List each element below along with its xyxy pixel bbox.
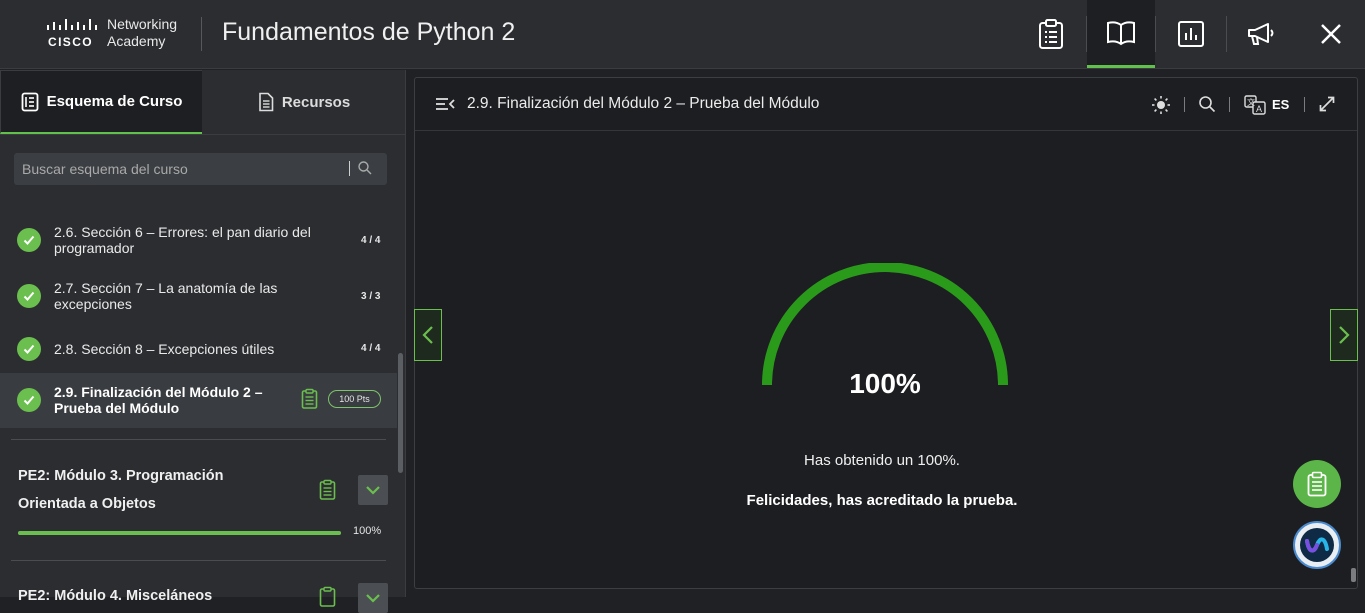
outline-item-count: 3 / 3 [361, 291, 381, 302]
webex-assistant-button[interactable] [1293, 521, 1341, 569]
tab-resources[interactable]: Recursos [203, 70, 405, 134]
logo-subtitle-line1: Networking [107, 16, 178, 32]
outline-scrollbar[interactable] [398, 353, 403, 473]
module-progress-bar [18, 531, 341, 535]
content-scrollbar[interactable] [1351, 568, 1356, 582]
search-input[interactable] [20, 160, 344, 178]
outline-icon [21, 92, 38, 111]
completed-check-icon [17, 228, 41, 252]
collapse-sidebar-icon[interactable] [435, 97, 455, 111]
tab-course-outline[interactable]: Esquema de Curso [0, 70, 202, 134]
clipboard-icon [1307, 471, 1327, 497]
close-button[interactable] [1297, 0, 1365, 68]
chevron-down-icon [366, 594, 380, 603]
section-divider [11, 439, 386, 440]
outline-item-count: 4 / 4 [361, 235, 381, 246]
module-progress-fill [18, 531, 341, 535]
chevron-right-icon [1339, 326, 1350, 344]
next-page-button[interactable] [1330, 309, 1358, 361]
points-badge: 100 Pts [328, 390, 381, 408]
toolbar-separator [1229, 97, 1230, 112]
logo-subtitle: Networking Academy [107, 16, 177, 50]
page-title: 2.9. Finalización del Módulo 2 – Prueba … [467, 95, 820, 112]
panel-tabs: Esquema de Curso Recursos [0, 70, 405, 135]
completed-check-icon [17, 337, 41, 361]
header-divider [201, 17, 202, 51]
outline-item[interactable]: 2.8. Sección 8 – Excepciones útiles 4 / … [0, 327, 397, 373]
quiz-fab-button[interactable] [1293, 460, 1341, 508]
megaphone-icon [1248, 23, 1274, 45]
module-title[interactable]: PE2: Módulo 4. Misceláneos [18, 582, 318, 610]
close-icon [1321, 24, 1341, 44]
book-icon [1107, 20, 1135, 45]
previous-page-button[interactable] [414, 309, 442, 361]
tab-resources-label: Recursos [281, 93, 351, 111]
course-title: Fundamentos de Python 2 [222, 18, 516, 46]
header-separator [1155, 16, 1156, 52]
quiz-clipboard-icon [301, 388, 318, 409]
content-header: 2.9. Finalización del Módulo 2 – Prueba … [415, 78, 1357, 131]
completed-check-icon [17, 284, 41, 308]
expand-module-button[interactable] [358, 475, 388, 505]
cisco-logo[interactable]: CISCO Networking Academy [46, 16, 196, 52]
toolbar-separator [1304, 97, 1305, 112]
document-icon [259, 92, 274, 112]
outline-item-label: 2.6. Sección 6 – Errores: el pan diario … [54, 224, 311, 256]
top-header: CISCO Networking Academy Fundamentos de … [0, 0, 1365, 69]
grades-button[interactable] [1157, 0, 1225, 68]
expand-module-button[interactable] [358, 583, 388, 613]
completed-check-icon [17, 388, 41, 412]
logo-subtitle-line2: Academy [107, 33, 166, 49]
congratulations-message: Felicidades, has acreditado la prueba. [746, 492, 1018, 509]
clipboard-icon [1039, 19, 1063, 49]
language-selector[interactable]: ES [1272, 97, 1289, 112]
bar-chart-icon [1178, 21, 1204, 47]
svg-text:文: 文 [1247, 97, 1255, 107]
score-value: 100% [849, 368, 921, 399]
search-icon[interactable] [1198, 95, 1216, 113]
cisco-bridge-icon [47, 19, 97, 30]
search-icon[interactable] [357, 160, 373, 176]
assessments-button[interactable] [1017, 0, 1085, 68]
outline-item-current[interactable]: 2.9. Finalización del Módulo 2 – Prueba … [0, 373, 397, 428]
result-message: Has obtenido un 100%. [804, 452, 960, 469]
course-outline-panel: Esquema de Curso Recursos 2.6. Sección 6… [0, 70, 406, 613]
cisco-wordmark: CISCO [48, 35, 94, 49]
outline-item-label: 2.7. Sección 7 – La anatomía de las exce… [54, 280, 278, 312]
module-quiz-icon [319, 479, 336, 500]
chevron-left-icon [422, 326, 433, 344]
outline-item-label: 2.9. Finalización del Módulo 2 – Prueba … [54, 384, 263, 416]
module-quiz-icon [319, 586, 336, 607]
announcements-button[interactable] [1227, 0, 1295, 68]
webex-logo-icon [1300, 528, 1334, 562]
module-progress-label: 100% [353, 525, 382, 537]
search-divider [349, 161, 350, 176]
section-divider [11, 560, 386, 561]
theme-sun-icon[interactable] [1151, 95, 1171, 115]
outline-item-label: 2.8. Sección 8 – Excepciones útiles [54, 341, 275, 357]
tab-course-outline-label: Esquema de Curso [46, 93, 183, 110]
svg-text:A: A [1256, 104, 1262, 114]
fullscreen-icon[interactable] [1318, 95, 1336, 113]
outline-item-count: 4 / 4 [361, 343, 381, 354]
chevron-down-icon [366, 486, 380, 495]
outline-item[interactable]: 2.6. Sección 6 – Errores: el pan diario … [0, 215, 397, 267]
content-panel: 2.9. Finalización del Módulo 2 – Prueba … [414, 77, 1358, 589]
outline-item[interactable]: 2.7. Sección 7 – La anatomía de las exce… [0, 271, 397, 323]
outline-search [14, 153, 387, 185]
course-book-button[interactable] [1087, 0, 1155, 68]
module-title[interactable]: PE2: Módulo 3. Programación Orientada a … [18, 462, 278, 518]
toolbar-separator [1184, 97, 1185, 112]
translate-icon[interactable]: 文 A [1244, 95, 1266, 115]
